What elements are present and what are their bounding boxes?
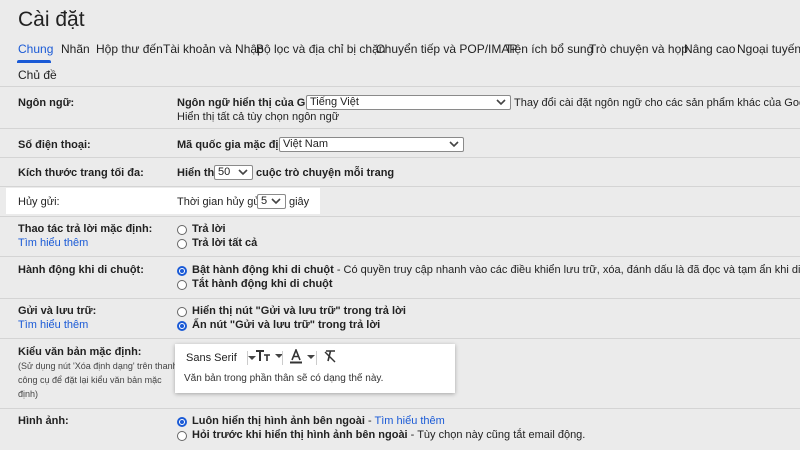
page-size-prefix: Hiển thị: [177, 167, 218, 179]
reply-option-label: Trả lời: [192, 223, 226, 235]
text-color-dropdown[interactable]: [289, 347, 316, 364]
send-archive-learn-more-link[interactable]: Tìm hiểu thêm: [18, 319, 88, 331]
tab-general[interactable]: Chung: [18, 42, 53, 56]
row-divider: [0, 298, 800, 299]
row-divider: [0, 128, 800, 129]
reply-label: Thao tác trả lời mặc định:: [18, 223, 153, 235]
tab-filters[interactable]: Bộ lọc và địa chỉ bị chặn: [256, 42, 385, 56]
row-divider: [0, 256, 800, 257]
undo-send-label: Hủy gửi:: [18, 196, 60, 208]
language-label: Ngôn ngữ:: [18, 97, 75, 109]
reply-all-radio[interactable]: [177, 239, 187, 249]
language-select[interactable]: Tiếng Việt: [306, 95, 511, 110]
chevron-down-icon: [238, 169, 248, 176]
phone-label: Số điện thoại:: [18, 139, 91, 151]
hide-send-archive-radio[interactable]: [177, 321, 187, 331]
tab-offline[interactable]: Ngoại tuyến: [737, 42, 800, 56]
images-learn-more-link[interactable]: Tìm hiểu thêm: [375, 415, 445, 427]
undo-send-unit: giây: [289, 196, 310, 208]
show-send-archive-radio[interactable]: [177, 307, 187, 317]
remove-formatting-button[interactable]: [323, 349, 337, 363]
tab-accounts[interactable]: Tài khoản và Nhập: [163, 42, 264, 56]
chevron-down-icon: [496, 99, 506, 106]
toolbar-separator: [247, 351, 248, 365]
hover-on-radio[interactable]: [177, 266, 187, 276]
remove-formatting-icon: [324, 350, 336, 363]
toolbar-separator: [316, 351, 317, 365]
active-tab-indicator: [17, 60, 51, 63]
page-size-suffix: cuộc trò chuyện mỗi trang: [256, 167, 395, 179]
page-size-select[interactable]: 50: [214, 165, 253, 180]
ask-before-images-option: Hỏi trước khi hiển thị hình ảnh bên ngoà…: [192, 429, 586, 441]
tab-inbox[interactable]: Hộp thư đến: [96, 42, 163, 56]
toolbar-separator: [282, 351, 283, 365]
row-divider: [0, 157, 800, 158]
text-style-preview: Văn bản trong phần thân sẽ có dạng thế n…: [184, 373, 384, 384]
ask-before-images-radio[interactable]: [177, 431, 187, 441]
always-show-images-radio[interactable]: [177, 417, 187, 427]
undo-send-period-label: Thời gian hủy gửi:: [177, 196, 267, 208]
tab-addons[interactable]: Tiện ích bổ sung: [505, 42, 593, 56]
page-title: Cài đặt: [18, 8, 85, 31]
send-archive-label: Gửi và lưu trữ:: [18, 305, 97, 317]
text-style-note-line1: (Sử dụng nút 'Xóa định dạng' trên thanh: [18, 361, 178, 371]
tab-forwarding[interactable]: Chuyển tiếp và POP/IMAP: [376, 42, 517, 56]
row-divider: [0, 408, 800, 409]
reply-all-option-label: Trả lời tất cả: [192, 237, 258, 249]
hide-send-archive-label: Ẩn nút "Gửi và lưu trữ" trong trả lời: [192, 319, 381, 331]
change-language-link[interactable]: Thay đổi cài đặt ngôn ngữ cho các sản ph…: [514, 97, 800, 109]
font-size-dropdown[interactable]: [255, 349, 284, 363]
chevron-down-icon: [271, 198, 281, 205]
caret-down-icon: [307, 354, 316, 359]
hover-off-radio[interactable]: [177, 280, 187, 290]
tab-advanced[interactable]: Nâng cao: [684, 42, 735, 56]
text-style-label: Kiểu văn bản mặc định:: [18, 346, 142, 358]
hover-on-option: Bật hành động khi di chuột - Có quyền tr…: [192, 264, 800, 276]
font-size-icon: [256, 350, 270, 361]
country-code-select[interactable]: Việt Nam: [279, 137, 464, 152]
row-divider: [0, 338, 800, 339]
undo-send-select[interactable]: 5: [257, 194, 286, 209]
country-code-label: Mã quốc gia mặc định:: [177, 139, 296, 151]
text-style-note-line2: công cụ để đặt lại kiểu văn bản mặc: [18, 375, 162, 385]
tab-themes[interactable]: Chủ đề: [18, 68, 57, 82]
tab-chat-meet[interactable]: Trò chuyện và họp: [589, 42, 688, 56]
images-label: Hình ảnh:: [18, 415, 69, 427]
tabs-divider: [0, 86, 800, 87]
hover-actions-label: Hành động khi di chuột:: [18, 264, 144, 276]
text-style-editor: Sans Serif Văn bản trong phần thân sẽ có…: [175, 344, 455, 393]
tab-labels[interactable]: Nhãn: [61, 42, 90, 56]
hover-off-option: Tắt hành động khi di chuột: [192, 278, 333, 290]
row-divider: [0, 216, 800, 217]
text-color-icon: [290, 347, 302, 364]
font-family-dropdown[interactable]: Sans Serif: [186, 352, 256, 364]
row-divider: [0, 186, 800, 187]
chevron-down-icon: [449, 141, 459, 148]
always-show-images-option: Luôn hiển thị hình ảnh bên ngoài - Tìm h…: [192, 415, 445, 427]
reply-radio[interactable]: [177, 225, 187, 235]
page-size-label: Kích thước trang tối đa:: [18, 167, 144, 179]
all-language-options-link[interactable]: Hiển thị tất cả tùy chọn ngôn ngữ: [177, 111, 339, 123]
text-style-note-line3: định): [18, 389, 39, 399]
reply-learn-more-link[interactable]: Tìm hiểu thêm: [18, 237, 88, 249]
show-send-archive-label: Hiển thị nút "Gửi và lưu trữ" trong trả …: [192, 305, 406, 317]
